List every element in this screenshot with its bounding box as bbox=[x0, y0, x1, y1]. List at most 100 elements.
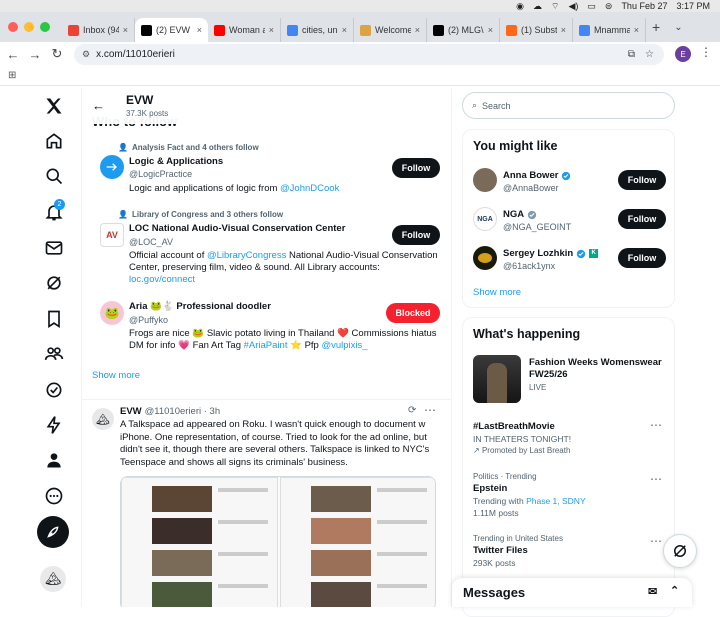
trend-item[interactable]: Trending in United States Twitter Files … bbox=[473, 534, 673, 568]
close-tab-icon[interactable]: × bbox=[342, 25, 347, 35]
account-name[interactable]: Logic & Applications bbox=[129, 156, 223, 167]
bio-mention-link[interactable]: @LibraryCongress bbox=[207, 250, 286, 261]
notifications-bell-icon[interactable]: 2 bbox=[36, 197, 72, 227]
browser-tab[interactable]: cities, un × bbox=[281, 18, 354, 42]
browser-tab[interactable]: (2) EVW × bbox=[135, 18, 208, 42]
apps-grid-icon[interactable]: ⊞ bbox=[8, 70, 16, 81]
browser-tab[interactable]: Inbox (94 × bbox=[62, 18, 135, 42]
avatar[interactable] bbox=[473, 246, 497, 270]
tweet-more-icon[interactable]: ⋯ bbox=[424, 403, 436, 417]
trend-related-links[interactable]: Phase 1, SDNY bbox=[526, 496, 586, 506]
suggested-account-row[interactable]: Sergey Lozhkin K @61ack1ynx Follow bbox=[463, 242, 676, 278]
tweet-media[interactable] bbox=[120, 476, 436, 607]
close-tab-icon[interactable]: × bbox=[488, 25, 493, 35]
trend-more-icon[interactable]: ⋯ bbox=[650, 534, 662, 548]
media-screenshot-right[interactable] bbox=[280, 477, 435, 607]
close-tab-icon[interactable]: × bbox=[634, 25, 639, 35]
expand-chevron-icon[interactable]: ⌃ bbox=[670, 584, 679, 597]
featured-event-title[interactable]: Fashion Weeks Womenswear FW25/26 bbox=[529, 357, 669, 381]
back-arrow-icon[interactable]: ← bbox=[2, 47, 24, 62]
bio-mention-link[interactable]: @vulpixis_ bbox=[321, 340, 367, 351]
close-tab-icon[interactable]: × bbox=[269, 25, 274, 35]
close-window-button[interactable] bbox=[8, 22, 18, 32]
wifi-icon[interactable]: ⌔ bbox=[551, 0, 559, 12]
maximize-window-button[interactable] bbox=[40, 22, 50, 32]
forward-arrow-icon[interactable]: → bbox=[24, 47, 46, 62]
account-handle[interactable]: @LogicPractice bbox=[129, 169, 192, 179]
suggested-account-row[interactable]: NGA NGA @NGA_GEOINT Follow bbox=[463, 203, 676, 239]
cast-icon[interactable]: ⧉ bbox=[628, 49, 635, 60]
close-tab-icon[interactable]: × bbox=[123, 25, 128, 35]
grok-floating-button[interactable] bbox=[663, 534, 697, 568]
follow-button[interactable]: Follow bbox=[392, 158, 440, 178]
suggested-account-loc[interactable]: 👤 Library of Congress and 3 others follow… bbox=[90, 208, 450, 288]
tweet[interactable]: 🏔 EVW @11010erieri · 3h ⟳ ⋯ A Talkspace … bbox=[82, 399, 451, 607]
search-input[interactable]: ⌕ Search bbox=[462, 92, 675, 119]
suggested-account-row[interactable]: Anna Bower @AnnaBower Follow bbox=[463, 164, 676, 200]
account-name[interactable]: Sergey Lozhkin bbox=[503, 248, 573, 259]
volume-icon[interactable]: ◀) bbox=[568, 0, 578, 12]
grok-icon[interactable] bbox=[36, 268, 72, 298]
avatar[interactable]: AV bbox=[100, 223, 124, 247]
verified-premium-icon[interactable] bbox=[36, 375, 72, 405]
trend-item[interactable]: Politics · Trending Epstein Trending wit… bbox=[473, 472, 673, 518]
account-name[interactable]: Aria 🐸🐇 Professional doodler bbox=[129, 301, 271, 312]
avatar[interactable] bbox=[473, 168, 497, 192]
follow-button[interactable]: Follow bbox=[618, 209, 666, 229]
suggested-account-aria[interactable]: 🐸 Aria 🐸🐇 Professional doodler @Puffyko … bbox=[90, 296, 450, 356]
follow-button[interactable]: Follow bbox=[618, 248, 666, 268]
tweet-handle-time[interactable]: @11010erieri · 3h bbox=[145, 406, 220, 417]
avatar[interactable]: 🐸 bbox=[100, 301, 124, 325]
bookmark-star-icon[interactable]: ☆ bbox=[645, 49, 654, 60]
site-info-icon[interactable]: ⚙ bbox=[82, 49, 90, 60]
close-tab-icon[interactable]: × bbox=[197, 25, 202, 35]
address-bar[interactable]: ⚙ x.com/11010erieri ⧉ ☆ bbox=[74, 44, 664, 65]
browser-tab[interactable]: Welcome × bbox=[354, 18, 427, 42]
messages-drawer[interactable]: Messages ✉ ⌃ bbox=[452, 578, 692, 607]
show-more-link[interactable]: Show more bbox=[92, 370, 140, 381]
account-name[interactable]: NGA bbox=[503, 209, 524, 220]
browser-menu-icon[interactable]: ⋮ bbox=[700, 45, 712, 59]
explore-search-icon[interactable] bbox=[36, 161, 72, 191]
account-name[interactable]: Anna Bower bbox=[503, 170, 558, 181]
messages-envelope-icon[interactable] bbox=[36, 233, 72, 263]
follow-button[interactable]: Follow bbox=[392, 225, 440, 245]
bio-hashtag-link[interactable]: #AriaPaint bbox=[244, 340, 288, 351]
browser-tab[interactable]: (2) MLG\ × bbox=[427, 18, 500, 42]
profile-avatar[interactable]: E bbox=[675, 46, 691, 62]
bio-url-link[interactable]: loc.gov/connect bbox=[129, 274, 195, 285]
lightning-icon[interactable] bbox=[36, 410, 72, 440]
featured-event-image[interactable] bbox=[473, 355, 521, 403]
minimize-window-button[interactable] bbox=[24, 22, 34, 32]
browser-tab[interactable]: Mnamma × bbox=[573, 18, 646, 42]
browser-tab[interactable]: (1) Subst × bbox=[500, 18, 573, 42]
trend-more-icon[interactable]: ⋯ bbox=[650, 418, 662, 432]
playback-icon[interactable]: ◉ bbox=[516, 0, 524, 12]
account-name[interactable]: LOC National Audio-Visual Conservation C… bbox=[129, 223, 345, 234]
reload-icon[interactable]: ↻ bbox=[46, 46, 68, 62]
promoted-trend[interactable]: #LastBreathMovie IN THEATERS TONIGHT! ↗ … bbox=[473, 419, 673, 455]
tab-search-icon[interactable]: ⌄ bbox=[674, 22, 682, 33]
bio-mention-link[interactable]: @JohnDCook bbox=[280, 183, 339, 194]
post-compose-button[interactable] bbox=[37, 516, 69, 548]
account-handle[interactable]: @61ack1ynx bbox=[503, 261, 555, 271]
control-center-icon[interactable]: ⊜ bbox=[605, 0, 613, 12]
follow-button[interactable]: Follow bbox=[618, 170, 666, 190]
avatar[interactable]: NGA bbox=[473, 207, 497, 231]
account-handle[interactable]: @NGA_GEOINT bbox=[503, 222, 571, 232]
more-circle-icon[interactable] bbox=[36, 481, 72, 511]
x-logo-icon[interactable] bbox=[36, 91, 72, 121]
profile-person-icon[interactable] bbox=[36, 445, 72, 475]
trend-more-icon[interactable]: ⋯ bbox=[650, 472, 662, 486]
cloud-icon[interactable]: ☁ bbox=[533, 0, 542, 12]
blocked-button[interactable]: Blocked bbox=[386, 303, 440, 323]
account-handle[interactable]: @AnnaBower bbox=[503, 183, 559, 193]
communities-icon[interactable] bbox=[36, 339, 72, 369]
close-tab-icon[interactable]: × bbox=[561, 25, 566, 35]
back-arrow-icon[interactable]: ← bbox=[92, 98, 105, 113]
menubar-time[interactable]: 3:17 PM bbox=[676, 0, 710, 12]
avatar[interactable] bbox=[100, 155, 124, 179]
menubar-date[interactable]: Thu Feb 27 bbox=[621, 0, 667, 12]
account-avatar[interactable]: 🏔 bbox=[40, 566, 66, 592]
tweet-avatar[interactable]: 🏔 bbox=[92, 408, 114, 430]
